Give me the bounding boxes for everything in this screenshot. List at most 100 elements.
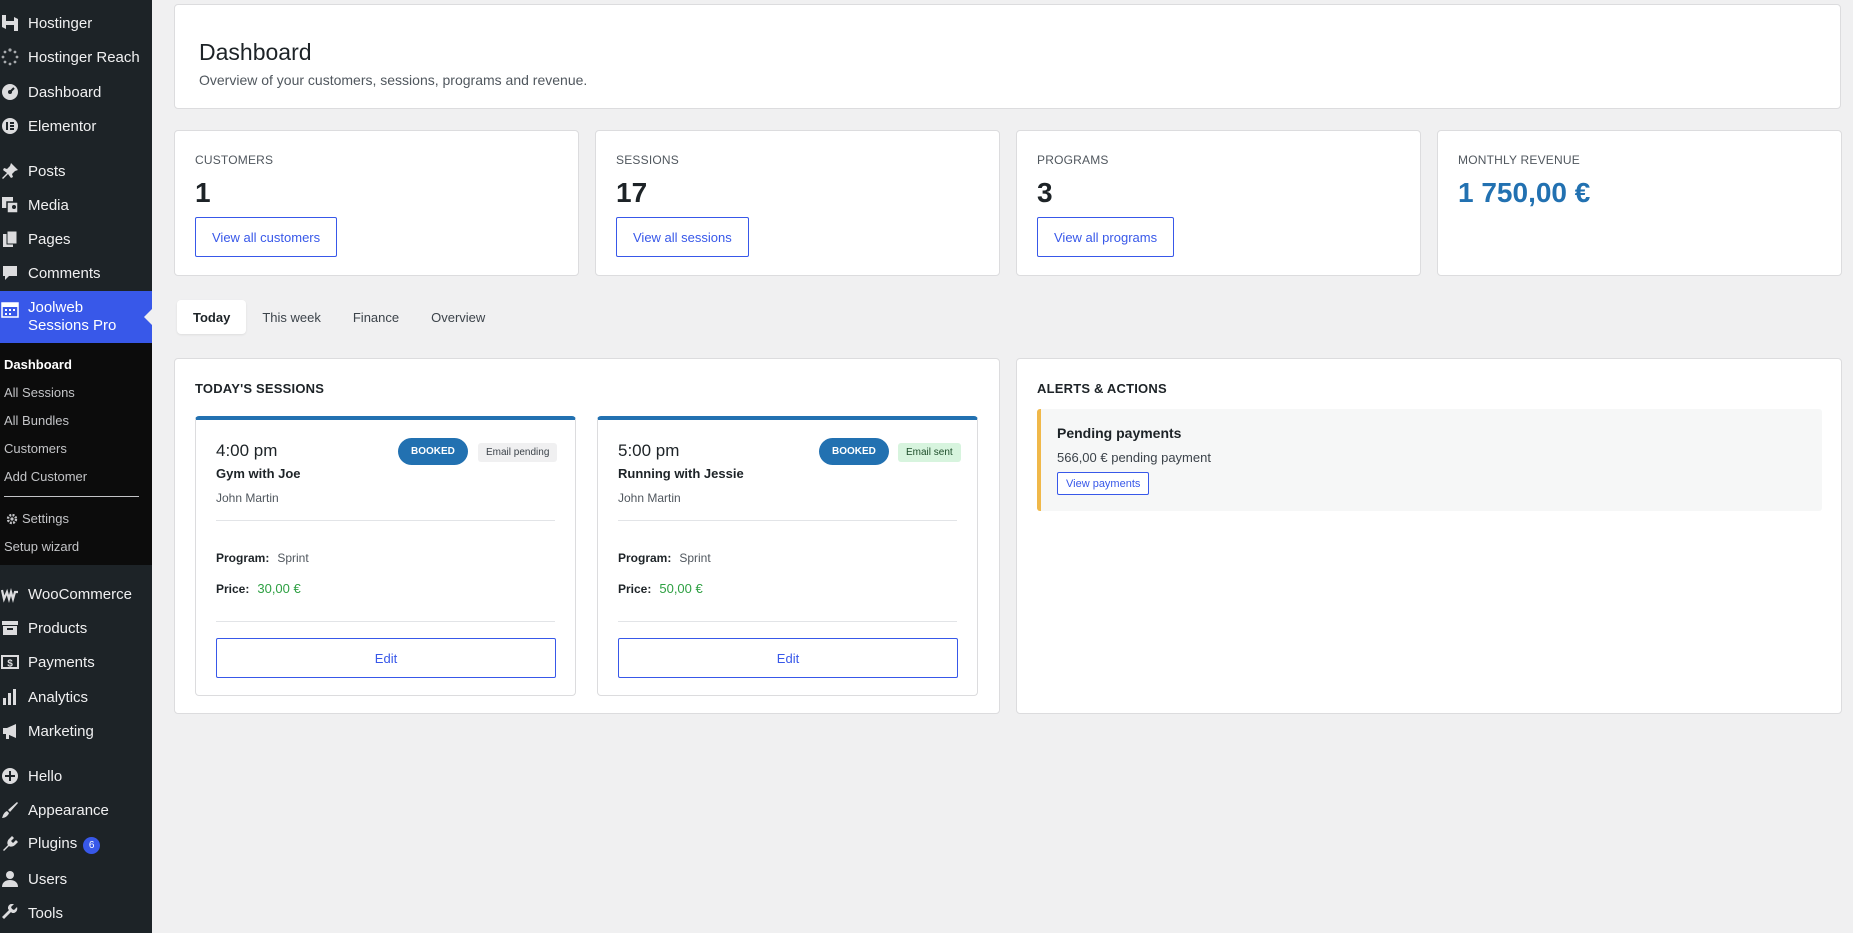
edit-session-button[interactable]: Edit [618,638,958,678]
stat-label: PROGRAMS [1037,153,1109,167]
pages-icon [0,229,20,249]
sidebar-item-hostinger[interactable]: Hostinger [0,6,152,40]
status-badge: BOOKED [398,438,468,465]
view-all-customers-button[interactable]: View all customers [195,217,338,257]
sidebar-item-label: Payments [28,653,95,671]
dashboard-icon [0,82,20,102]
dollar-icon: $ [0,652,20,672]
sidebar-item-hostinger-reach[interactable]: Hostinger Reach [0,40,152,74]
session-card: 4:00 pm BOOKED Email pending Gym with Jo… [195,416,576,696]
submenu-item-settings[interactable]: Settings [6,511,69,526]
sidebar-item-marketing[interactable]: Marketing [0,714,152,748]
sidebar-item-analytics[interactable]: Analytics [0,680,152,714]
stat-card-customers: CUSTOMERS 1 View all customers [174,130,579,276]
stat-label: CUSTOMERS [195,153,274,167]
sidebar-item-label: Elementor [28,117,97,135]
plugins-update-badge: 6 [83,836,101,854]
plus-circle-icon [0,766,20,786]
session-card: 5:00 pm BOOKED Email sent Running with J… [597,416,978,696]
sidebar-item-appearance[interactable]: Appearance [0,793,152,827]
divider [618,520,957,521]
page-subtitle: Overview of your customers, sessions, pr… [199,72,588,88]
page-title: Dashboard [199,39,312,65]
email-status-badge: Email sent [898,443,961,462]
calendar-icon [0,299,20,319]
session-time: 5:00 pm [618,441,680,460]
sidebar-item-hello[interactable]: Hello [0,759,152,793]
price-label: Price: [618,582,652,596]
sidebar-item-label: Hello [28,767,63,785]
price-row: Price: 30,00 € [216,581,301,596]
submenu-item-dashboard[interactable]: Dashboard [4,357,72,372]
submenu-divider [4,496,139,497]
sidebar-item-plugins[interactable]: Plugins 6 [0,827,152,861]
sidebar-item-label: Joolweb Sessions Pro [28,299,117,334]
tab-overview[interactable]: Overview [415,300,501,334]
program-label: Program: [216,551,270,565]
sidebar-item-comments[interactable]: Comments [0,256,152,290]
submenu-item-add-customer[interactable]: Add Customer [4,469,87,484]
sidebar-item-tools[interactable]: Tools [0,896,152,930]
view-all-programs-button[interactable]: View all programs [1037,217,1175,257]
active-indicator [144,309,152,325]
submenu-item-all-sessions[interactable]: All Sessions [4,385,75,400]
comment-icon [0,263,20,283]
edit-session-button[interactable]: Edit [216,638,556,678]
sidebar-item-label: Hostinger [28,14,93,32]
reach-icon [0,47,20,67]
sidebar-item-users[interactable]: Users [0,862,152,896]
submenu-item-all-bundles[interactable]: All Bundles [4,413,69,428]
sidebar-item-label: Hostinger Reach [28,48,140,66]
stat-value: 1 [195,177,211,208]
tab-finance[interactable]: Finance [337,300,415,334]
divider [216,621,555,622]
archive-icon [0,618,20,638]
status-badge: BOOKED [819,438,889,465]
view-all-sessions-button[interactable]: View all sessions [616,217,749,257]
submenu-item-customers[interactable]: Customers [4,441,67,456]
sidebar-item-woocommerce[interactable]: WooCommerce [0,577,152,611]
sidebar-item-dashboard[interactable]: Dashboard [0,75,152,109]
stat-card-programs: PROGRAMS 3 View all programs [1016,130,1421,276]
svg-text:$: $ [7,659,13,670]
alert-text: 566,00 € pending payment [1057,450,1211,465]
program-label: Program: [618,551,672,565]
bar-chart-icon [0,687,20,707]
sidebar-item-label: Users [28,870,68,888]
hostinger-icon [0,13,20,33]
media-icon [0,195,20,215]
stat-card-sessions: SESSIONS 17 View all sessions [595,130,1000,276]
woocommerce-icon [0,584,20,604]
program-value: Sprint [277,551,309,565]
stat-label: MONTHLY REVENUE [1458,153,1580,167]
tab-this-week[interactable]: This week [246,300,337,334]
sidebar-item-label: Tools [28,904,64,922]
sidebar-item-pages[interactable]: Pages [0,222,152,256]
sidebar-item-label: Pages [28,230,71,248]
sidebar-item-label: Comments [28,264,101,282]
price-value: 30,00 € [257,581,301,596]
sidebar-item-label: Marketing [28,722,94,740]
price-row: Price: 50,00 € [618,581,703,596]
submenu-item-setup-wizard[interactable]: Setup wizard [4,539,79,554]
stat-card-monthly-revenue: MONTHLY REVENUE 1 750,00 € [1437,130,1842,276]
sidebar-item-label: Appearance [28,801,109,819]
sidebar-item-joolweb-sessions-pro[interactable]: Joolweb Sessions Pro [0,291,152,343]
gear-icon [6,513,18,525]
elementor-icon [0,116,20,136]
todays-sessions-panel: TODAY'S SESSIONS 4:00 pm BOOKED Email pe… [174,358,1000,714]
plug-icon [0,834,20,854]
pin-icon [0,161,20,181]
view-payments-button[interactable]: View payments [1057,472,1150,495]
sidebar-item-posts[interactable]: Posts [0,154,152,188]
sidebar-item-payments[interactable]: $ Payments [0,645,152,679]
wrench-icon [0,903,20,923]
stat-label: SESSIONS [616,153,679,167]
email-status-badge: Email pending [478,443,558,462]
sidebar-item-products[interactable]: Products [0,611,152,645]
stat-value: 3 [1037,177,1053,208]
tab-today[interactable]: Today [177,300,247,334]
sidebar-item-elementor[interactable]: Elementor [0,109,152,143]
submenu-item-label: Settings [22,511,69,526]
sidebar-item-media[interactable]: Media [0,188,152,222]
